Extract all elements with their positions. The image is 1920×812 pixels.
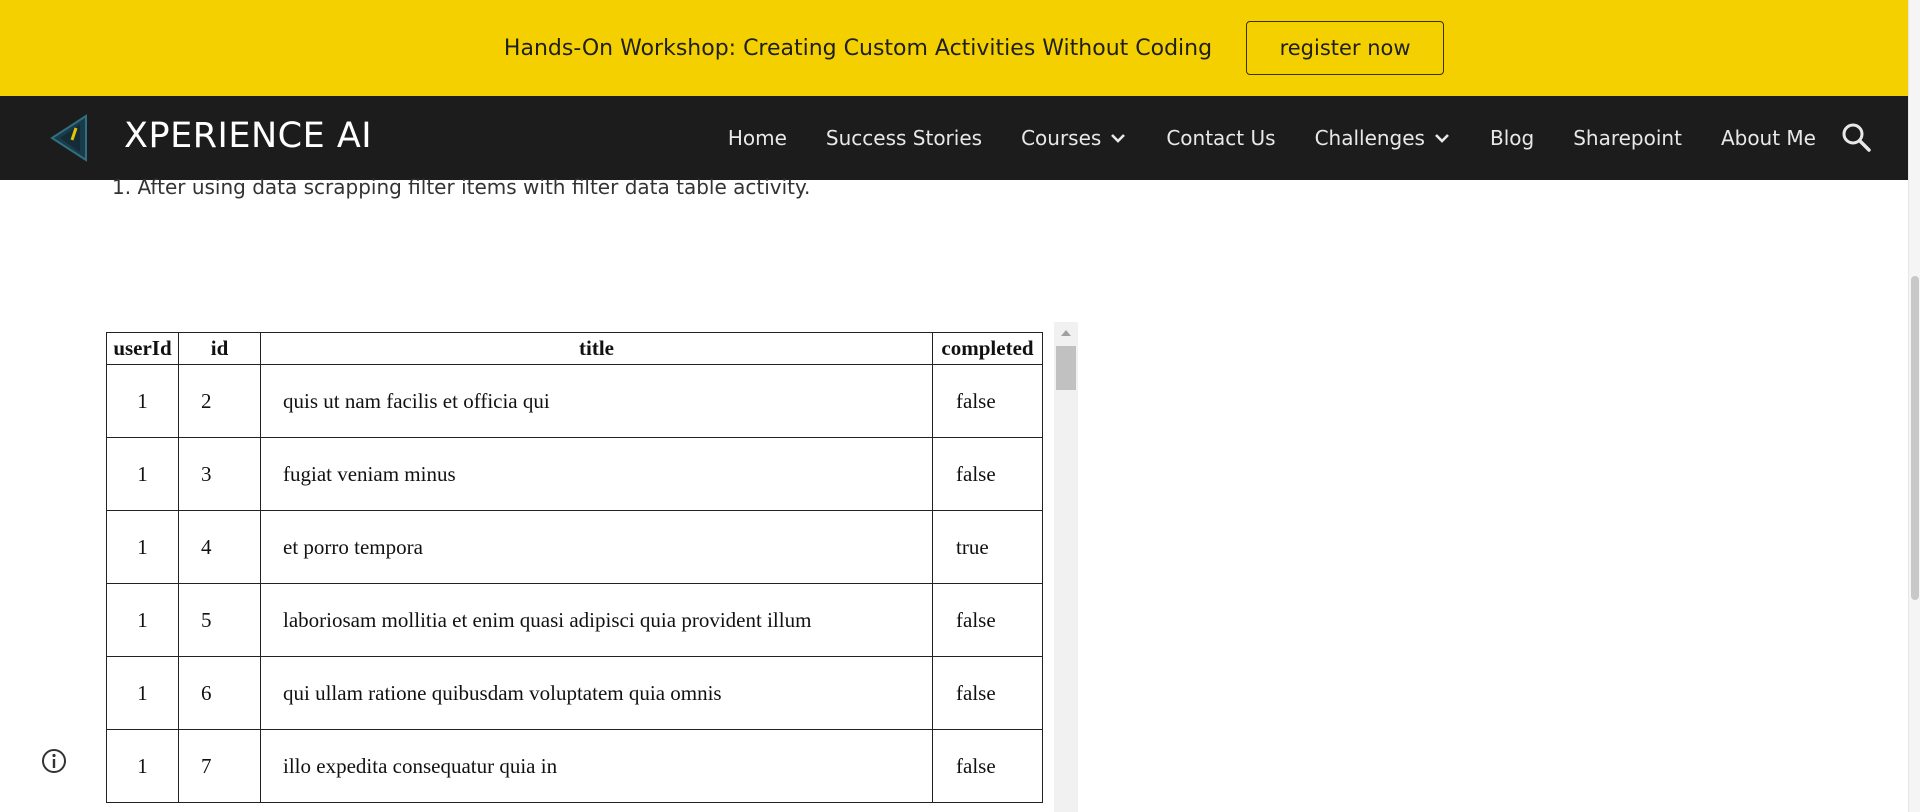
cell-id: 7	[178, 729, 261, 803]
data-table: userId id title completed 1 2 quis ut nam …	[106, 332, 1043, 803]
cell-title: et porro tempora	[260, 510, 933, 584]
page-scrollbar-thumb[interactable]	[1911, 276, 1919, 600]
register-now-button[interactable]: register now	[1246, 21, 1445, 75]
table-row: 1 2 quis ut nam facilis et officia qui fals…	[106, 364, 1043, 438]
nav-item-label: Courses	[1021, 126, 1102, 150]
cell-title: laboriosam mollitia et enim quasi adipis…	[260, 583, 933, 657]
nav-item-home[interactable]: Home	[728, 126, 787, 150]
top-navbar: XPERIENCE AI Home Success Stories Courses C…	[0, 96, 1908, 180]
cell-id: 2	[178, 364, 261, 438]
table-row: 1 4 et porro tempora true	[106, 510, 1043, 584]
chevron-down-icon	[1111, 134, 1126, 143]
cell-userid: 1	[106, 364, 179, 438]
cell-completed: false	[932, 729, 1043, 803]
nav-item-courses[interactable]: Courses	[1021, 126, 1127, 150]
table-row: 1 3 fugiat veniam minus false	[106, 437, 1043, 511]
site-title[interactable]: XPERIENCE AI	[124, 116, 372, 156]
scroll-up-arrow-icon[interactable]	[1061, 330, 1071, 336]
cell-completed: false	[932, 364, 1043, 438]
table-header-row: userId id title completed	[106, 332, 1043, 365]
nav-item-label: Home	[727, 126, 787, 150]
column-header-id: id	[178, 332, 261, 365]
nav-item-label: Sharepoint	[1573, 126, 1682, 150]
nav-item-blog[interactable]: Blog	[1490, 126, 1534, 150]
nav-item-label: About Me	[1720, 126, 1816, 150]
table-row: 1 7 illo expedita consequatur quia in false	[106, 729, 1043, 803]
page-scrollbar[interactable]	[1908, 0, 1920, 812]
column-header-userid: userId	[106, 332, 179, 365]
cell-title: illo expedita consequatur quia in	[260, 729, 933, 803]
table-scrollbar[interactable]	[1054, 322, 1078, 812]
cell-id: 4	[178, 510, 261, 584]
banner-text: Hands-On Workshop: Creating Custom Activ…	[503, 35, 1213, 61]
xperience-logo-icon[interactable]	[40, 110, 96, 166]
cell-completed: true	[932, 510, 1043, 584]
instruction-list-item: 1. After using data scrapping filter ite…	[112, 175, 811, 199]
cell-title: quis ut nam facilis et officia qui	[260, 364, 933, 438]
info-icon[interactable]	[40, 747, 68, 775]
nav-item-about-me[interactable]: About Me	[1721, 126, 1816, 150]
cell-completed: false	[932, 583, 1043, 657]
nav-item-label: Blog	[1489, 126, 1535, 150]
cell-userid: 1	[106, 437, 179, 511]
data-table-container: userId id title completed 1 2 quis ut nam …	[106, 332, 1043, 803]
nav-item-sharepoint[interactable]: Sharepoint	[1573, 126, 1682, 150]
nav-item-label: Challenges	[1314, 126, 1425, 150]
column-header-title: title	[260, 332, 933, 365]
cell-id: 5	[178, 583, 261, 657]
table-row: 1 6 qui ullam ratione quibusdam voluptatem…	[106, 656, 1043, 730]
cell-userid: 1	[106, 729, 179, 803]
cell-userid: 1	[106, 583, 179, 657]
nav-item-label: Contact Us	[1166, 126, 1276, 150]
nav-item-contact-us[interactable]: Contact Us	[1166, 126, 1275, 150]
nav-item-label: Success Stories	[825, 126, 983, 150]
cell-id: 6	[178, 656, 261, 730]
cell-userid: 1	[106, 656, 179, 730]
cell-completed: false	[932, 656, 1043, 730]
chevron-down-icon	[1435, 134, 1449, 143]
search-icon[interactable]	[1840, 121, 1872, 153]
cell-userid: 1	[106, 510, 179, 584]
table-scrollbar-thumb[interactable]	[1056, 346, 1076, 390]
column-header-completed: completed	[932, 332, 1043, 365]
nav-item-success-stories[interactable]: Success Stories	[826, 126, 982, 150]
cell-title: fugiat veniam minus	[260, 437, 933, 511]
nav-item-challenges[interactable]: Challenges	[1315, 126, 1451, 150]
cell-id: 3	[178, 437, 261, 511]
table-row: 1 5 laboriosam mollitia et enim quasi adip…	[106, 583, 1043, 657]
cell-completed: false	[932, 437, 1043, 511]
announcement-banner: Hands-On Workshop: Creating Custom Activ…	[0, 0, 1908, 96]
nav-menu: Home Success Stories Courses Contact Us Chal…	[728, 96, 1816, 180]
cell-title: qui ullam ratione quibusdam voluptatem q…	[260, 656, 933, 730]
